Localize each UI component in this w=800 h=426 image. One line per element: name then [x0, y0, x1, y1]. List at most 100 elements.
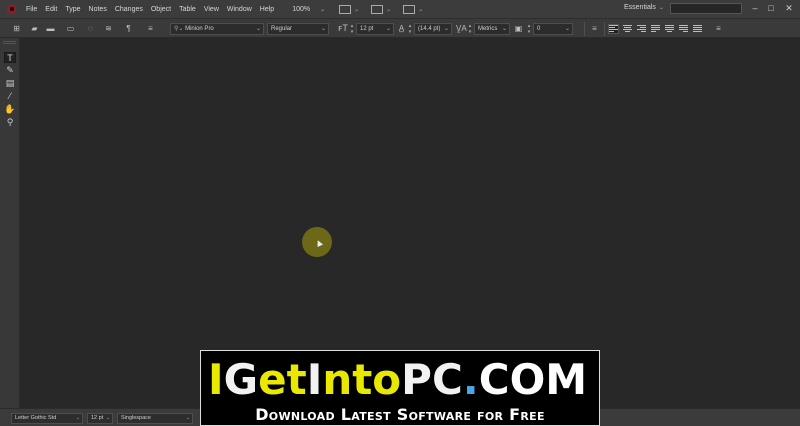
menu-file[interactable]: File — [22, 6, 41, 13]
type-tool-icon[interactable]: T — [4, 52, 16, 63]
menu-lines-icon[interactable]: ≡ — [714, 24, 723, 33]
justify-all-icon[interactable] — [693, 25, 702, 33]
font-size-icon: ꜰT — [338, 23, 348, 33]
brand-part: . — [462, 355, 479, 404]
story-font-field[interactable]: Letter Gothic Std ⌄ — [11, 413, 83, 424]
menu-lines-icon[interactable]: ≡ — [590, 24, 599, 33]
font-size-stepper[interactable]: ▴ ▾ — [349, 23, 355, 35]
chevron-down-icon: ⌄ — [320, 26, 326, 32]
menu-table[interactable]: Table — [175, 6, 200, 13]
chevron-down-icon: ⌄ — [75, 415, 80, 421]
zoom-icon[interactable]: ⚲ — [4, 117, 16, 128]
brand-part: I — [208, 355, 224, 404]
new-story-icon[interactable]: ⊞ — [12, 24, 21, 33]
font-family-value: Minion Pro — [185, 26, 214, 32]
close-button[interactable]: ✕ — [782, 2, 796, 15]
menu-view[interactable]: View — [200, 6, 223, 13]
brand-part: G — [223, 355, 259, 404]
note-tool-icon[interactable]: ✎ — [4, 65, 16, 76]
search-input[interactable] — [670, 3, 742, 14]
divider — [604, 22, 605, 36]
chevron-down-icon: ⌄ — [443, 26, 449, 32]
kerning-stepper[interactable]: ▴ ▾ — [467, 23, 473, 35]
leading-stepper[interactable]: ▴ ▾ — [407, 23, 413, 35]
zoom-level[interactable]: 100% — [292, 6, 310, 13]
watermark-tagline: Download Latest Software for Free — [255, 405, 545, 424]
print-icon[interactable]: ▭ — [66, 24, 75, 33]
workspace-switcher[interactable]: Essentials ⌄ — [624, 4, 664, 11]
font-style-field[interactable]: Regular ⌄ — [267, 23, 329, 35]
chevron-down-icon: ⌄ — [385, 26, 391, 32]
font-style-value: Regular — [271, 26, 293, 32]
brand-part: nto — [322, 355, 402, 404]
eyedropper-icon[interactable]: ⁄ — [4, 91, 16, 102]
story-size-value: 12 pt — [91, 415, 104, 421]
brand-part: et — [258, 355, 307, 404]
leading-value: (14.4 pt) — [418, 26, 441, 32]
kerning-value: Metrics — [478, 26, 498, 32]
find-icon[interactable]: ◌ — [86, 24, 95, 33]
brand-part: PC — [401, 355, 463, 404]
menu-lines-icon[interactable]: ≡ — [146, 24, 155, 33]
font-size-field[interactable]: 12 pt ⌄ — [356, 23, 394, 35]
search-icon: ⚲⌄ — [174, 26, 186, 32]
menu-help[interactable]: Help — [256, 6, 278, 13]
chevron-down-icon: ⌄ — [255, 26, 261, 32]
story-font-value: Letter Gothic Std — [15, 415, 57, 421]
brand-part: I — [306, 355, 323, 404]
workspace-label: Essentials — [624, 4, 656, 11]
justify-right-icon[interactable] — [679, 25, 688, 33]
chevron-down-icon: ⌄ — [185, 415, 190, 421]
save-icon[interactable]: ▬ — [46, 24, 55, 33]
watermark-logo: IGetIntoPC.COM — [208, 355, 594, 405]
justify-center-icon[interactable] — [665, 25, 674, 33]
view-options-icon[interactable] — [371, 4, 384, 14]
tracking-field[interactable]: 0 ⌄ — [533, 23, 573, 35]
chevron-down-icon: ⌄ — [105, 415, 110, 421]
chevron-down-icon: ⌄ — [658, 5, 664, 11]
minimize-button[interactable]: – — [748, 2, 762, 15]
leading-field[interactable]: (14.4 pt) ⌄ — [414, 23, 452, 35]
story-size-field[interactable]: 12 pt ⌄ — [87, 413, 113, 424]
tracking-stepper[interactable]: ▴ ▾ — [526, 23, 532, 35]
align-right-icon[interactable] — [637, 25, 646, 33]
chevron-down-icon[interactable]: ⌄ — [354, 6, 359, 13]
font-family-field[interactable]: ⚲⌄ Minion Pro ⌄ — [170, 23, 264, 35]
align-left-icon[interactable] — [608, 24, 619, 34]
font-size-value: 12 pt — [360, 26, 374, 32]
menu-notes[interactable]: Notes — [85, 6, 111, 13]
menu-edit[interactable]: Edit — [41, 6, 61, 13]
divider — [584, 22, 585, 36]
justify-left-icon[interactable] — [651, 25, 660, 33]
align-center-icon[interactable] — [623, 25, 632, 33]
menu-window[interactable]: Window — [223, 6, 256, 13]
pilcrow-icon[interactable]: ¶ — [124, 24, 133, 33]
arrange-documents-icon[interactable] — [403, 4, 416, 14]
maximize-button[interactable]: □ — [764, 2, 778, 15]
menu-object[interactable]: Object — [147, 6, 175, 13]
leading-icon: A̲ — [398, 24, 405, 33]
line-spacing-value: Singlespace — [121, 415, 151, 421]
hand-icon[interactable]: ✋ — [4, 104, 16, 115]
screen-mode-icon[interactable] — [339, 4, 352, 14]
tracking-icon: ▣ — [514, 24, 523, 33]
kerning-icon: V̰A — [456, 24, 467, 33]
panel-grip[interactable] — [3, 41, 16, 44]
menu-type[interactable]: Type — [61, 6, 84, 13]
chevron-down-icon[interactable]: ⌄ — [386, 6, 391, 13]
chevron-down-icon[interactable]: ⌄ — [418, 6, 423, 13]
position-tool-icon[interactable]: ▤ — [4, 78, 16, 89]
chevron-down-icon: ⌄ — [501, 26, 507, 32]
tools-panel: T ✎ ▤ ⁄ ✋ ⚲ — [0, 38, 20, 408]
incopy-app-icon — [7, 4, 16, 14]
chevron-down-icon[interactable]: ⌄ — [320, 6, 325, 13]
line-spacing-field[interactable]: Singlespace ⌄ — [117, 413, 193, 424]
open-folder-icon[interactable]: ▰ — [30, 24, 39, 33]
chevron-down-icon: ⌄ — [564, 26, 570, 32]
control-bar: ⊞ ▰ ▬ ▭ ◌ ≋ ¶ ≡ ⚲⌄ Minion Pro ⌄ Regular … — [0, 18, 800, 38]
brand-part: COM — [478, 355, 588, 404]
menu-changes[interactable]: Changes — [111, 6, 147, 13]
kerning-field[interactable]: Metrics ⌄ — [474, 23, 510, 35]
watermark-banner: IGetIntoPC.COM Download Latest Software … — [200, 350, 600, 426]
spellcheck-icon[interactable]: ≋ — [104, 24, 113, 33]
